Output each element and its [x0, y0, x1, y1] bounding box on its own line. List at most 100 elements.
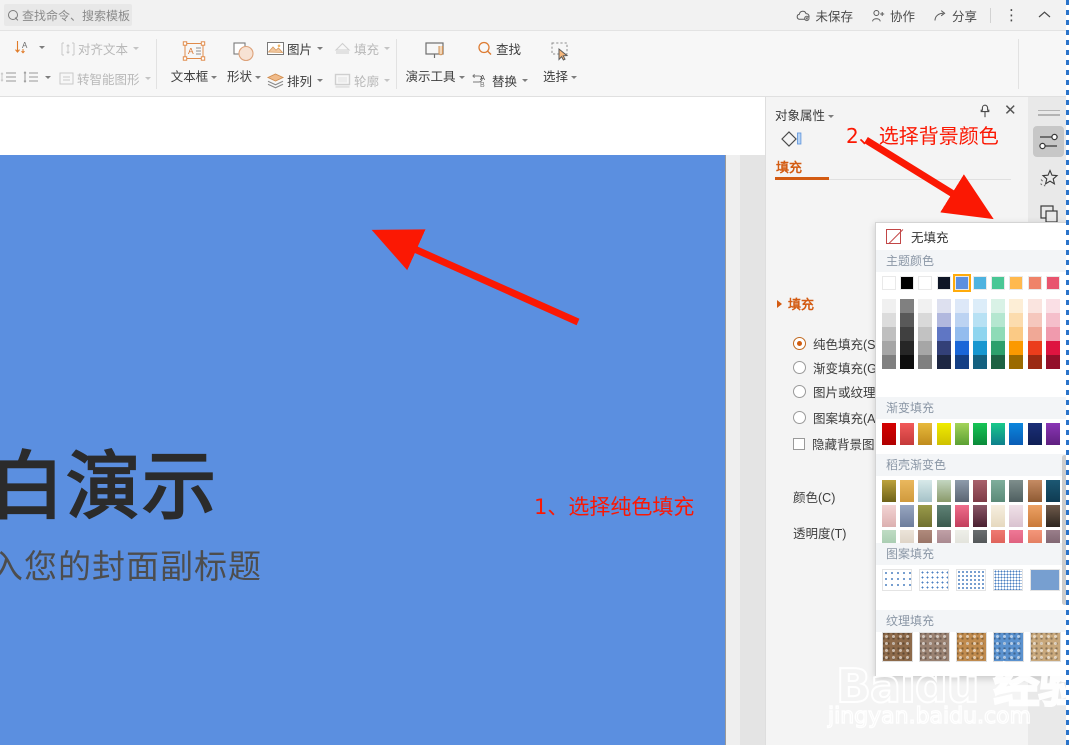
theme-color-variation-swatch[interactable] — [1009, 299, 1024, 313]
theme-color-variation-swatch[interactable] — [954, 341, 969, 355]
theme-color-variation-swatch[interactable] — [900, 327, 915, 341]
radio-solid-fill[interactable] — [793, 337, 806, 350]
theme-color-swatch[interactable] — [936, 276, 951, 290]
theme-color-variation-swatch[interactable] — [1027, 313, 1042, 327]
theme-color-variation-swatch[interactable] — [918, 299, 933, 313]
fill-color-dropdown-menu[interactable]: 无填充 主题颜色 渐变填充 稻壳渐变色 图案填充 纹理填充 — [875, 222, 1069, 677]
theme-color-variation-swatch[interactable] — [1045, 341, 1060, 355]
theme-color-variation-swatch[interactable] — [918, 355, 933, 369]
theme-color-variation-swatch[interactable] — [900, 355, 915, 369]
pattern-swatch[interactable] — [956, 569, 986, 591]
theme-color-variation-swatch[interactable] — [973, 299, 987, 313]
option-solid-fill[interactable]: 纯色填充(S) — [793, 334, 880, 353]
sort-text-button[interactable]: A — [14, 39, 45, 55]
search-input[interactable]: 查找命令、搜索模板 — [4, 4, 132, 26]
theme-color-variation-swatch[interactable] — [900, 299, 915, 313]
theme-color-variation-swatch[interactable] — [1027, 299, 1042, 313]
increase-indent-button[interactable] — [0, 69, 18, 85]
checkbox-hide-background[interactable] — [793, 437, 805, 450]
theme-color-variation-swatch[interactable] — [1045, 299, 1060, 313]
theme-color-variation-swatch[interactable] — [936, 313, 951, 327]
theme-color-swatch[interactable] — [1027, 276, 1042, 290]
presentation-tools-button[interactable]: 演示工具 — [402, 39, 468, 85]
rail-effects-button[interactable] — [1033, 162, 1064, 193]
theme-color-swatch[interactable] — [1045, 276, 1060, 290]
theme-color-variation-swatch[interactable] — [991, 341, 1006, 355]
find-button[interactable]: 查找 — [476, 39, 521, 58]
docer-gradient-swatch[interactable] — [918, 505, 933, 527]
textbox-button[interactable]: A 文本框 — [166, 39, 222, 85]
pattern-swatch[interactable] — [882, 569, 912, 591]
radio-gradient-fill[interactable] — [793, 361, 806, 374]
collapse-ribbon-button[interactable] — [1028, 7, 1061, 25]
shape-button[interactable]: 形状 — [216, 39, 272, 85]
theme-color-swatch[interactable] — [882, 276, 896, 290]
rail-properties-button[interactable] — [1033, 126, 1064, 157]
docer-gradient-swatch[interactable] — [1045, 480, 1060, 502]
gradient-swatch[interactable] — [1045, 423, 1060, 445]
outline-button[interactable]: 轮廓 — [333, 71, 391, 90]
theme-color-variation-swatch[interactable] — [954, 299, 969, 313]
theme-color-variation-swatch[interactable] — [918, 313, 933, 327]
theme-color-swatch[interactable] — [1009, 276, 1024, 290]
section-expand-icon[interactable] — [777, 300, 782, 308]
slide-title-text[interactable]: 白演示 — [0, 427, 218, 534]
theme-color-swatch[interactable] — [973, 276, 987, 290]
theme-color-variation-swatch[interactable] — [936, 299, 951, 313]
convert-smartart-button[interactable]: 转智能图形 — [58, 69, 151, 88]
docer-gradient-swatch[interactable] — [882, 505, 896, 527]
theme-color-swatch[interactable] — [991, 276, 1006, 290]
docer-gradient-swatch[interactable] — [882, 480, 896, 502]
theme-color-variation-swatch[interactable] — [973, 341, 987, 355]
theme-color-variation-swatch[interactable] — [1009, 355, 1024, 369]
theme-color-variation-swatch[interactable] — [882, 355, 896, 369]
slide-canvas[interactable]: 白演示 入您的封面副标题 1、选择纯色填充 — [0, 155, 726, 745]
theme-color-variation-swatch[interactable] — [973, 313, 987, 327]
theme-color-variation-swatch[interactable] — [936, 327, 951, 341]
line-spacing-button[interactable] — [22, 69, 51, 85]
option-pattern-fill[interactable]: 图案填充(A) — [793, 408, 880, 427]
select-button[interactable]: 选择 — [532, 39, 588, 85]
docer-gradient-swatch[interactable] — [991, 505, 1006, 527]
option-gradient-fill[interactable]: 渐变填充(G) — [793, 358, 881, 377]
texture-swatch[interactable] — [956, 632, 987, 662]
tab-fill[interactable]: 填充 — [776, 157, 802, 176]
docer-gradient-swatch[interactable] — [973, 480, 987, 502]
docer-gradient-swatch[interactable] — [973, 505, 987, 527]
arrange-button[interactable]: 排列 — [266, 71, 324, 90]
pattern-swatch[interactable] — [1030, 569, 1060, 591]
theme-color-variation-swatch[interactable] — [1027, 355, 1042, 369]
theme-color-swatch[interactable] — [900, 276, 915, 290]
radio-picture-texture-fill[interactable] — [793, 385, 806, 398]
unsaved-status[interactable]: 未保存 — [786, 6, 862, 25]
pattern-swatch[interactable] — [919, 569, 949, 591]
gradient-swatch[interactable] — [900, 423, 915, 445]
theme-color-variation-swatch[interactable] — [882, 313, 896, 327]
theme-color-swatch[interactable] — [952, 274, 971, 292]
theme-color-variation-swatch[interactable] — [936, 355, 951, 369]
theme-color-variation-swatch[interactable] — [991, 355, 1006, 369]
docer-gradient-swatch[interactable] — [991, 480, 1006, 502]
docer-gradient-swatch[interactable] — [1027, 480, 1042, 502]
theme-color-variation-swatch[interactable] — [1045, 313, 1060, 327]
gradient-swatch[interactable] — [954, 423, 969, 445]
theme-color-variation-swatch[interactable] — [954, 313, 969, 327]
gradient-swatch[interactable] — [1009, 423, 1024, 445]
docer-gradient-swatch[interactable] — [954, 480, 969, 502]
theme-color-variation-swatch[interactable] — [936, 341, 951, 355]
theme-color-swatch[interactable] — [918, 276, 933, 290]
theme-color-variation-swatch[interactable] — [1027, 341, 1042, 355]
docer-gradient-swatch[interactable] — [936, 505, 951, 527]
theme-color-variation-swatch[interactable] — [882, 327, 896, 341]
share-button[interactable]: 分享 — [924, 6, 986, 25]
theme-color-variation-swatch[interactable] — [954, 355, 969, 369]
theme-color-variation-swatch[interactable] — [1045, 355, 1060, 369]
replace-button[interactable]: A B 替换 — [470, 71, 529, 90]
texture-swatch[interactable] — [1030, 632, 1061, 662]
theme-color-variation-swatch[interactable] — [882, 341, 896, 355]
theme-color-variation-swatch[interactable] — [882, 299, 896, 313]
theme-color-variation-swatch[interactable] — [900, 341, 915, 355]
texture-swatch[interactable] — [993, 632, 1024, 662]
slide-subtitle-text[interactable]: 入您的封面副标题 — [0, 540, 262, 588]
theme-color-variation-swatch[interactable] — [900, 313, 915, 327]
